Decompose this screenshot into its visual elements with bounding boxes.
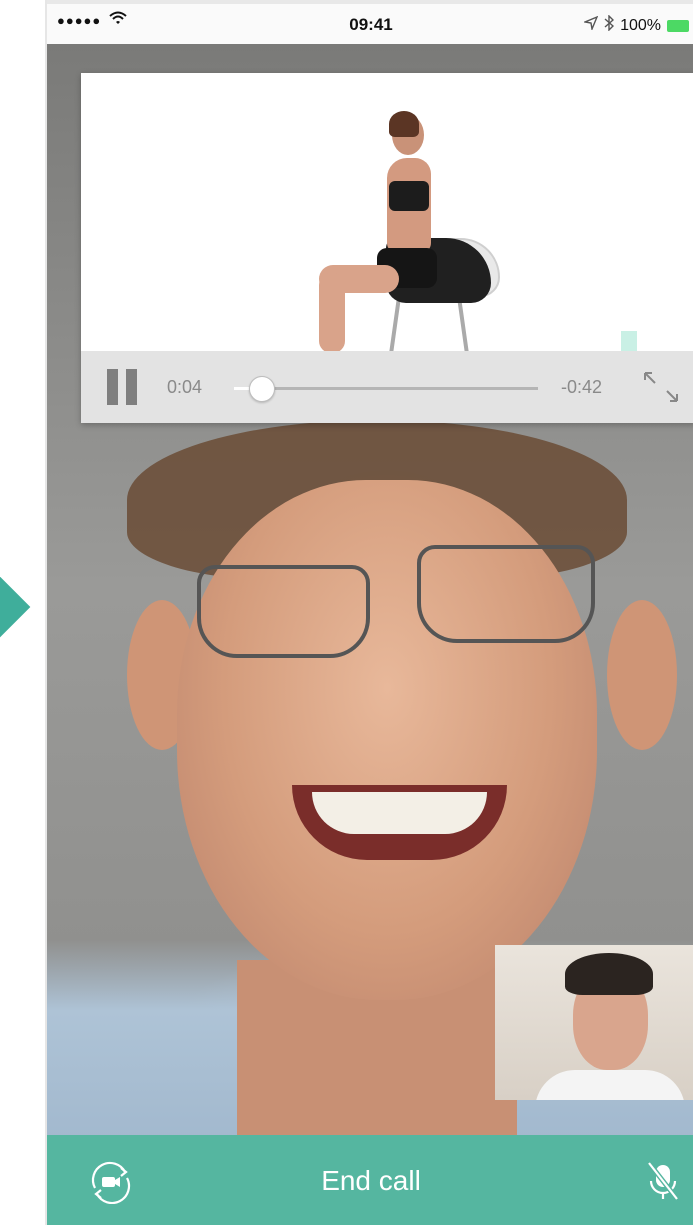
phone-screen: ●●●●● 09:41 100% 0:04 -0:42 End call: [45, 0, 693, 1225]
woman-hair: [389, 111, 419, 137]
video-artifact: [621, 331, 637, 351]
self-preview-video[interactable]: [495, 945, 693, 1100]
self-shirt: [535, 1070, 685, 1100]
shared-video-card: 0:04 -0:42: [81, 73, 693, 423]
end-call-button[interactable]: End call: [271, 1161, 471, 1201]
woman-top: [389, 181, 429, 211]
progress-knob[interactable]: [249, 376, 276, 402]
progress-slider[interactable]: [234, 376, 538, 402]
video-controls: 0:04 -0:42: [81, 351, 693, 423]
switch-camera-icon[interactable]: [87, 1160, 135, 1205]
chair-leg: [389, 297, 401, 351]
elapsed-time: 0:04: [167, 377, 203, 397]
remote-teeth: [312, 792, 487, 834]
call-controls-bar: End call: [47, 1135, 693, 1225]
status-right: 100%: [582, 14, 689, 36]
fullscreen-icon[interactable]: [641, 369, 681, 405]
remaining-time: -0:42: [561, 377, 603, 397]
glasses-right-lens: [417, 545, 595, 643]
status-bar: ●●●●● 09:41 100%: [47, 0, 693, 44]
self-hair: [565, 953, 653, 995]
location-icon: [582, 15, 599, 35]
exercise-video[interactable]: [81, 73, 693, 351]
pause-icon[interactable]: [105, 369, 139, 405]
battery-icon: [667, 19, 689, 32]
carousel-arrow: [0, 571, 31, 643]
woman-shin: [319, 273, 345, 351]
remote-ear-right: [607, 600, 677, 750]
mute-microphone-icon[interactable]: [645, 1159, 681, 1203]
bluetooth-icon: [604, 14, 615, 36]
chair-leg: [457, 297, 469, 351]
glasses-left-lens: [197, 565, 370, 658]
battery-percent: 100%: [620, 16, 661, 34]
